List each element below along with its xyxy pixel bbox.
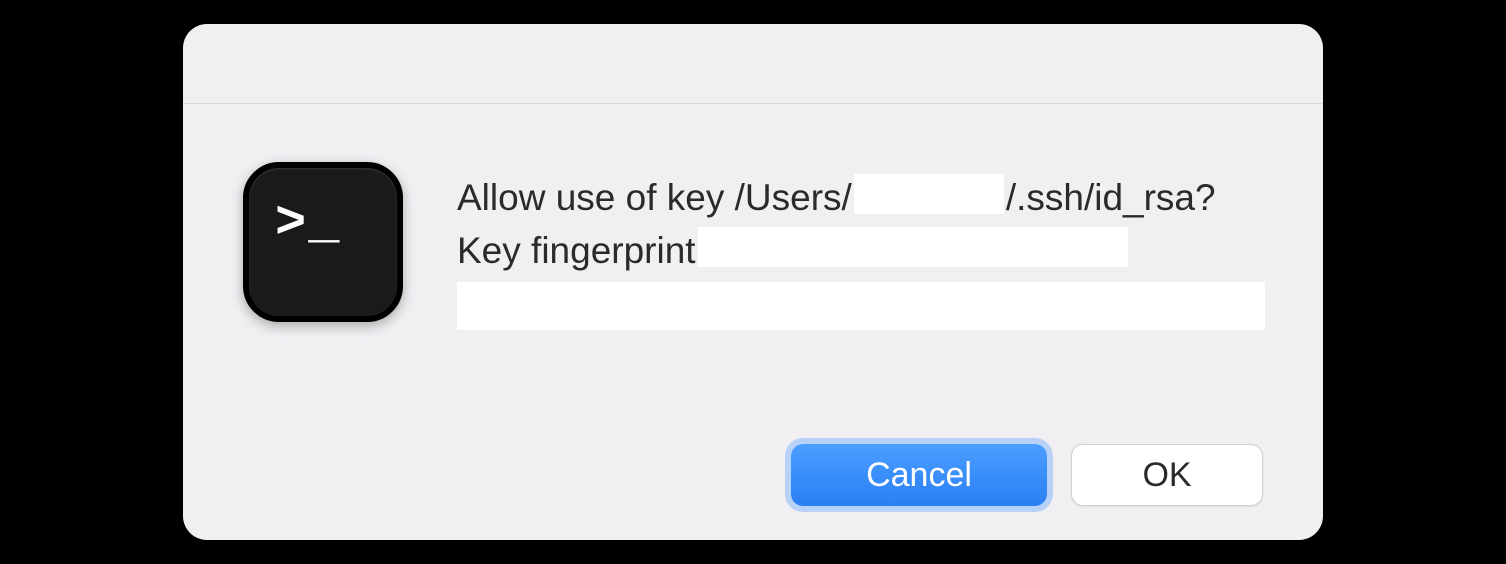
terminal-prompt-glyph: >_ <box>275 198 341 250</box>
message-line1-prefix: Allow use of key /Users/ <box>457 173 852 223</box>
ssh-key-confirm-dialog: >_ Allow use of key /Users/ /.ssh/id_rsa… <box>183 24 1323 540</box>
cancel-button[interactable]: Cancel <box>791 444 1047 506</box>
message-line1-suffix: /.ssh/id_rsa? <box>1006 173 1216 223</box>
message-line-2: Key fingerprint <box>457 223 1265 276</box>
terminal-icon: >_ <box>243 162 403 322</box>
redacted-fingerprint-1 <box>698 227 1128 267</box>
ok-button[interactable]: OK <box>1071 444 1263 506</box>
dialog-title-bar <box>183 24 1323 104</box>
message-line2-prefix: Key fingerprint <box>457 226 696 276</box>
redacted-fingerprint-2 <box>457 282 1265 330</box>
message-line-1: Allow use of key /Users/ /.ssh/id_rsa? <box>457 170 1265 223</box>
dialog-message: Allow use of key /Users/ /.ssh/id_rsa? K… <box>457 152 1265 330</box>
redacted-username <box>854 174 1004 214</box>
dialog-button-row: Cancel OK <box>791 444 1263 506</box>
